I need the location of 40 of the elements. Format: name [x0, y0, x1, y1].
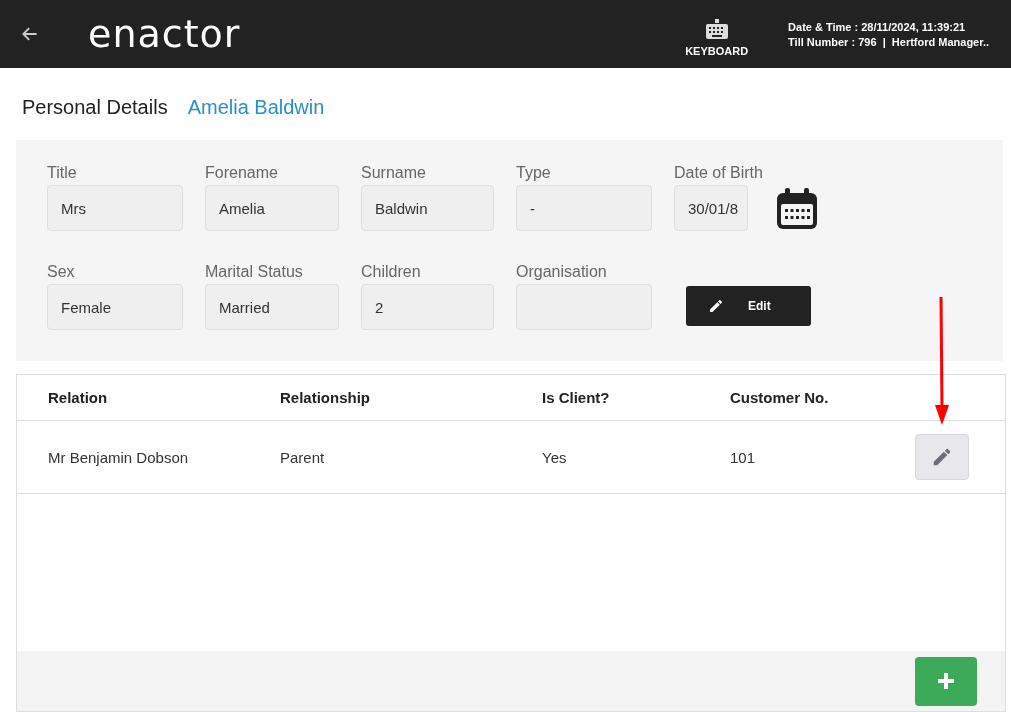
column-header: Relationship — [280, 389, 371, 406]
field-label: Organisation — [516, 263, 608, 281]
input-field[interactable]: Female — [47, 284, 183, 330]
input-field[interactable]: Amelia — [205, 185, 339, 231]
field-label: Children — [361, 263, 422, 281]
field-label: Surname — [361, 164, 427, 182]
keyboard-button[interactable]: KEYBOARD — [679, 10, 755, 58]
till-info: Till Number : 796 | Hertford Manager.. — [788, 35, 989, 48]
table-cell-text: Parent — [280, 448, 326, 466]
plus-icon — [936, 671, 956, 691]
field-label: Date of Birth — [674, 164, 763, 182]
keyboard-icon — [705, 18, 728, 39]
edit-button[interactable]: Edit — [686, 286, 811, 326]
input-field[interactable]: - — [516, 185, 652, 231]
table-cell-text: Yes — [542, 448, 568, 466]
edit-row-button[interactable] — [915, 434, 969, 480]
date-field[interactable]: 30/01/8 — [674, 185, 748, 231]
input-field[interactable] — [516, 284, 652, 330]
column-header: Is Client? — [542, 389, 611, 406]
column-header: Relation — [48, 389, 109, 406]
field-label: Title — [47, 164, 78, 182]
field-label: Forename — [205, 164, 279, 182]
input-field[interactable]: 2 — [361, 284, 494, 330]
field-label: Marital Status — [205, 263, 304, 281]
table-cell-text: Mr Benjamin Dobson — [48, 448, 190, 466]
add-button[interactable] — [915, 656, 977, 706]
column-header: Customer No. — [730, 389, 830, 406]
calendar-icon[interactable] — [774, 187, 819, 231]
page-title: Personal Details — [22, 96, 168, 119]
date-time: Date & Time : 28/11/2024, 11:39:21 — [788, 20, 967, 33]
logo: enactor — [88, 12, 241, 56]
table-cell-text: 101 — [730, 448, 757, 466]
input-field[interactable]: Married — [205, 284, 339, 330]
customer-name: Amelia Baldwin — [187, 96, 325, 119]
field-label: Type — [516, 164, 552, 182]
pencil-icon — [708, 298, 724, 314]
field-label: Sex — [47, 263, 76, 281]
pencil-icon — [931, 446, 953, 468]
input-field[interactable]: Baldwin — [361, 185, 494, 231]
input-field[interactable]: Mrs — [47, 185, 183, 231]
